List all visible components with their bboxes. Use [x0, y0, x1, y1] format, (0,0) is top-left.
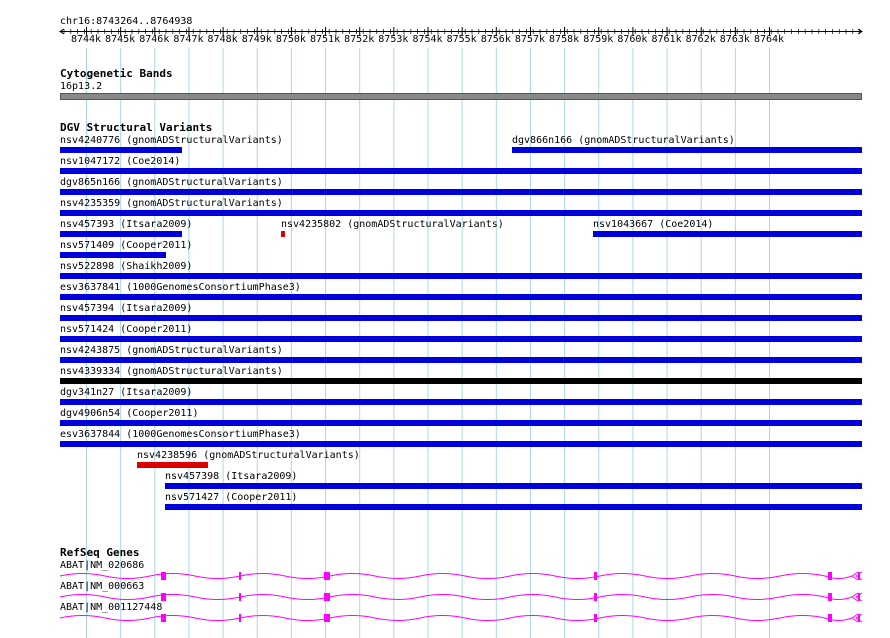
ruler-tick-label: 8759k [583, 34, 614, 45]
ruler-tick-label: 8744k [70, 34, 102, 45]
ruler-tick-label: 8753k [378, 34, 409, 45]
variant-label: nsv457394 (Itsara2009) [60, 303, 193, 314]
ruler-tick-label: 8749k [241, 34, 272, 45]
variant-bar[interactable] [137, 462, 208, 468]
variant-bar[interactable] [60, 399, 862, 405]
variant-bar[interactable] [60, 189, 862, 195]
ruler-tick-label: 8747k [173, 34, 204, 45]
ruler-tick-label: 8761k [651, 34, 682, 45]
cytoband-bar[interactable] [60, 93, 862, 100]
ruler-tick-label: 8762k [685, 34, 716, 45]
variant-label: nsv4235802 (gnomADStructuralVariants) [281, 219, 504, 230]
variant-label: nsv522898 (Shaikh2009) [60, 261, 193, 272]
exon-block [239, 614, 241, 622]
exon-block [594, 572, 597, 580]
variant-bar[interactable] [60, 294, 862, 300]
variant-bar[interactable] [593, 231, 862, 237]
variant-label: dgv341n27 (Itsara2009) [60, 387, 193, 398]
cytoband-track-title: Cytogenetic Bands [60, 67, 173, 80]
ruler-tick-label: 8755k [446, 34, 477, 45]
variant-label: nsv1043667 (Coe2014) [593, 219, 714, 230]
ruler-tick-label: 8751k [309, 34, 341, 45]
variant-bar[interactable] [60, 336, 862, 342]
ruler-tick-label: 8760k [617, 34, 648, 45]
variant-bar[interactable] [60, 315, 862, 321]
intron-line [59, 573, 853, 579]
variant-label: nsv4235359 (gnomADStructuralVariants) [60, 198, 283, 209]
genome-browser: chr16:8743264..8764938 8744k 8745k 8746k 87… [0, 0, 890, 638]
ruler-tick-label: 8752k [344, 34, 375, 45]
exon-block [161, 593, 166, 601]
intron-line [59, 594, 853, 600]
variant-label: nsv4238596 (gnomADStructuralVariants) [137, 450, 360, 461]
variant-bar[interactable] [165, 483, 862, 489]
ruler-tick-label: 8756k [480, 34, 511, 45]
strand-arrow [851, 613, 863, 623]
exon-block [161, 614, 166, 622]
ruler-tick-label: 8745k [105, 34, 136, 45]
exon-block [594, 614, 597, 622]
transcript-model[interactable] [0, 611, 890, 625]
variant-bar[interactable] [60, 420, 862, 426]
ruler-tick-label: 8750k [275, 34, 306, 45]
variant-bar[interactable] [60, 147, 182, 153]
variant-bar[interactable] [60, 231, 182, 237]
exon-block [828, 614, 832, 622]
exon-block [594, 593, 597, 601]
variant-bar[interactable] [60, 210, 862, 216]
exon-block [828, 572, 832, 580]
variant-bar[interactable] [60, 357, 862, 363]
variant-label: dgv865n166 (gnomADStructuralVariants) [60, 177, 283, 188]
variant-label: nsv571409 (Cooper2011) [60, 240, 193, 251]
variant-label: nsv1047172 (Coe2014) [60, 156, 181, 167]
ruler-tick-label: 8746k [139, 34, 170, 45]
variant-label: esv3637844 (1000GenomesConsortiumPhase3) [60, 429, 301, 440]
exon-block [324, 593, 330, 601]
refseq-track-title: RefSeq Genes [60, 546, 140, 559]
variant-label: esv3637841 (1000GenomesConsortiumPhase3) [60, 282, 301, 293]
variant-bar[interactable] [60, 378, 862, 384]
exon-block [324, 572, 330, 580]
ruler-tick-label: 8748k [207, 34, 238, 45]
variant-bar[interactable] [60, 168, 862, 174]
variant-label: nsv571427 (Cooper2011) [165, 492, 298, 503]
exon-block [324, 614, 330, 622]
variant-label: nsv571424 (Cooper2011) [60, 324, 193, 335]
ruler-tick-label: 8757k [514, 34, 545, 45]
cytoband-label: 16p13.2 [60, 81, 103, 92]
variant-bar[interactable] [60, 273, 862, 279]
variant-bar[interactable] [512, 147, 862, 153]
exon-block [239, 572, 241, 580]
variant-bar[interactable] [60, 252, 166, 258]
variant-label: nsv457398 (Itsara2009) [165, 471, 298, 482]
exon-block [161, 572, 166, 580]
ruler-tick-label: 8758k [549, 34, 580, 45]
strand-arrow [851, 592, 863, 602]
ruler-tick-label: 8763k [719, 34, 750, 45]
variant-label: nsv4339334 (gnomADStructuralVariants) [60, 366, 283, 377]
intron-line [59, 615, 853, 621]
variant-bar[interactable] [165, 504, 862, 510]
variant-label: dgv866n166 (gnomADStructuralVariants) [512, 135, 735, 146]
dgv-track-title: DGV Structural Variants [60, 121, 213, 134]
variant-label: nsv4240776 (gnomADStructuralVariants) [60, 135, 283, 146]
variant-label: nsv457393 (Itsara2009) [60, 219, 193, 230]
exon-block [239, 593, 241, 601]
variant-bar[interactable] [281, 231, 285, 237]
strand-arrow [851, 571, 863, 581]
exon-block [828, 593, 832, 601]
ruler-tick-label: 8764k [753, 34, 785, 45]
variant-label: nsv4243875 (gnomADStructuralVariants) [60, 345, 283, 356]
variant-bar[interactable] [60, 441, 862, 447]
ruler-tick-label: 8754k [412, 34, 443, 45]
variant-label: dgv4906n54 (Cooper2011) [60, 408, 199, 419]
